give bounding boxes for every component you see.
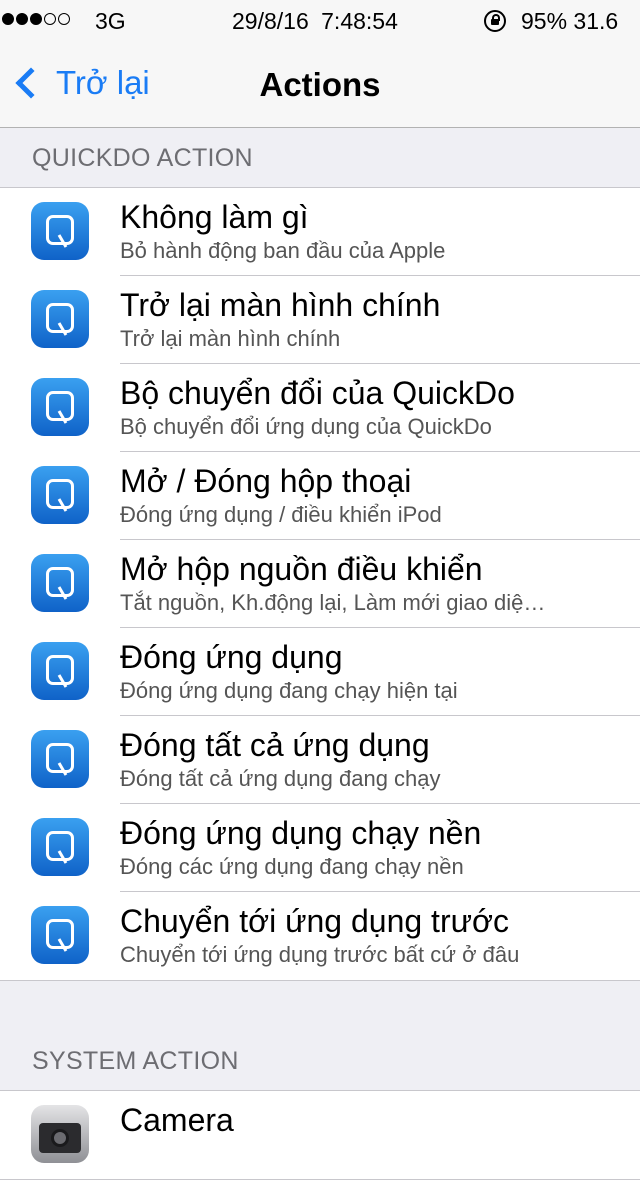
signal-dot xyxy=(2,13,14,25)
quickdo-app-icon xyxy=(31,290,89,348)
navigation-bar: Trở lại Actions xyxy=(0,40,640,128)
signal-dot xyxy=(58,13,70,25)
quickdo-action-list: Không làm gì Bỏ hành động ban đầu của Ap… xyxy=(0,187,640,981)
list-item[interactable]: Không làm gì Bỏ hành động ban đầu của Ap… xyxy=(0,188,640,276)
item-title: Không làm gì xyxy=(120,199,309,235)
list-item[interactable]: Trở lại màn hình chính Trở lại màn hình … xyxy=(0,276,640,364)
item-title: Mở hộp nguồn điều khiển xyxy=(120,551,483,587)
page-title: Actions xyxy=(259,66,381,103)
status-time: 7:48:54 xyxy=(321,8,398,34)
item-title: Đóng ứng dụng xyxy=(120,639,343,675)
signal-dot xyxy=(16,13,28,25)
item-subtitle: Đóng các ứng dụng đang chạy nền xyxy=(120,854,464,879)
quickdo-app-icon xyxy=(31,378,89,436)
item-title: Camera xyxy=(120,1102,234,1138)
camera-app-icon xyxy=(31,1105,89,1163)
battery-status: 95% 31.6 xyxy=(521,8,619,34)
rotation-lock-icon xyxy=(484,10,506,32)
item-title: Chuyển tới ứng dụng trước xyxy=(120,903,509,939)
item-subtitle: Bộ chuyển đổi ứng dụng của QuickDo xyxy=(120,414,492,439)
status-bar: 3G 29/8/16 7:48:54 95% 31.6 xyxy=(0,0,640,40)
quickdo-app-icon xyxy=(31,642,89,700)
list-item[interactable]: Đóng ứng dụng chạy nền Đóng các ứng dụng… xyxy=(0,804,640,892)
section-header-quickdo: QUICKDO ACTION xyxy=(32,144,253,172)
quickdo-app-icon xyxy=(31,466,89,524)
item-title: Đóng tất cả ứng dụng xyxy=(120,727,430,763)
quickdo-app-icon xyxy=(31,818,89,876)
list-item[interactable]: Đóng tất cả ứng dụng Đóng tất cả ứng dụn… xyxy=(0,716,640,804)
item-subtitle: Tắt nguồn, Kh.động lại, Làm mới giao diệ… xyxy=(120,590,546,615)
system-action-list: Camera xyxy=(0,1090,640,1180)
network-type: 3G xyxy=(95,8,126,34)
status-date: 29/8/16 xyxy=(232,8,309,34)
status-datetime: 29/8/16 7:48:54 xyxy=(232,8,398,35)
list-item[interactable]: Bộ chuyển đổi của QuickDo Bộ chuyển đổi … xyxy=(0,364,640,452)
signal-strength-icon xyxy=(2,13,70,25)
quickdo-app-icon xyxy=(31,554,89,612)
item-title: Bộ chuyển đổi của QuickDo xyxy=(120,375,515,411)
list-item[interactable]: Mở / Đóng hộp thoại Đóng ứng dụng / điều… xyxy=(0,452,640,540)
quickdo-app-icon xyxy=(31,202,89,260)
item-subtitle: Bỏ hành động ban đầu của Apple xyxy=(120,238,446,263)
quickdo-app-icon xyxy=(31,730,89,788)
item-title: Trở lại màn hình chính xyxy=(120,287,441,323)
item-subtitle: Đóng tất cả ứng dụng đang chạy xyxy=(120,766,441,791)
section-header-system: SYSTEM ACTION xyxy=(32,1047,239,1075)
signal-dot xyxy=(30,13,42,25)
list-item[interactable]: Chuyển tới ứng dụng trước Chuyển tới ứng… xyxy=(0,892,640,980)
list-item[interactable]: Mở hộp nguồn điều khiển Tắt nguồn, Kh.độ… xyxy=(0,540,640,628)
list-item[interactable]: Camera xyxy=(0,1091,640,1179)
item-title: Đóng ứng dụng chạy nền xyxy=(120,815,482,851)
item-subtitle: Trở lại màn hình chính xyxy=(120,326,341,351)
item-subtitle: Chuyển tới ứng dụng trước bất cứ ở đâu xyxy=(120,942,520,967)
quickdo-app-icon xyxy=(31,906,89,964)
list-item[interactable]: Đóng ứng dụng Đóng ứng dụng đang chạy hi… xyxy=(0,628,640,716)
signal-dot xyxy=(44,13,56,25)
item-title: Mở / Đóng hộp thoại xyxy=(120,463,412,499)
item-subtitle: Đóng ứng dụng đang chạy hiện tại xyxy=(120,678,458,703)
item-subtitle: Đóng ứng dụng / điều khiển iPod xyxy=(120,502,442,527)
